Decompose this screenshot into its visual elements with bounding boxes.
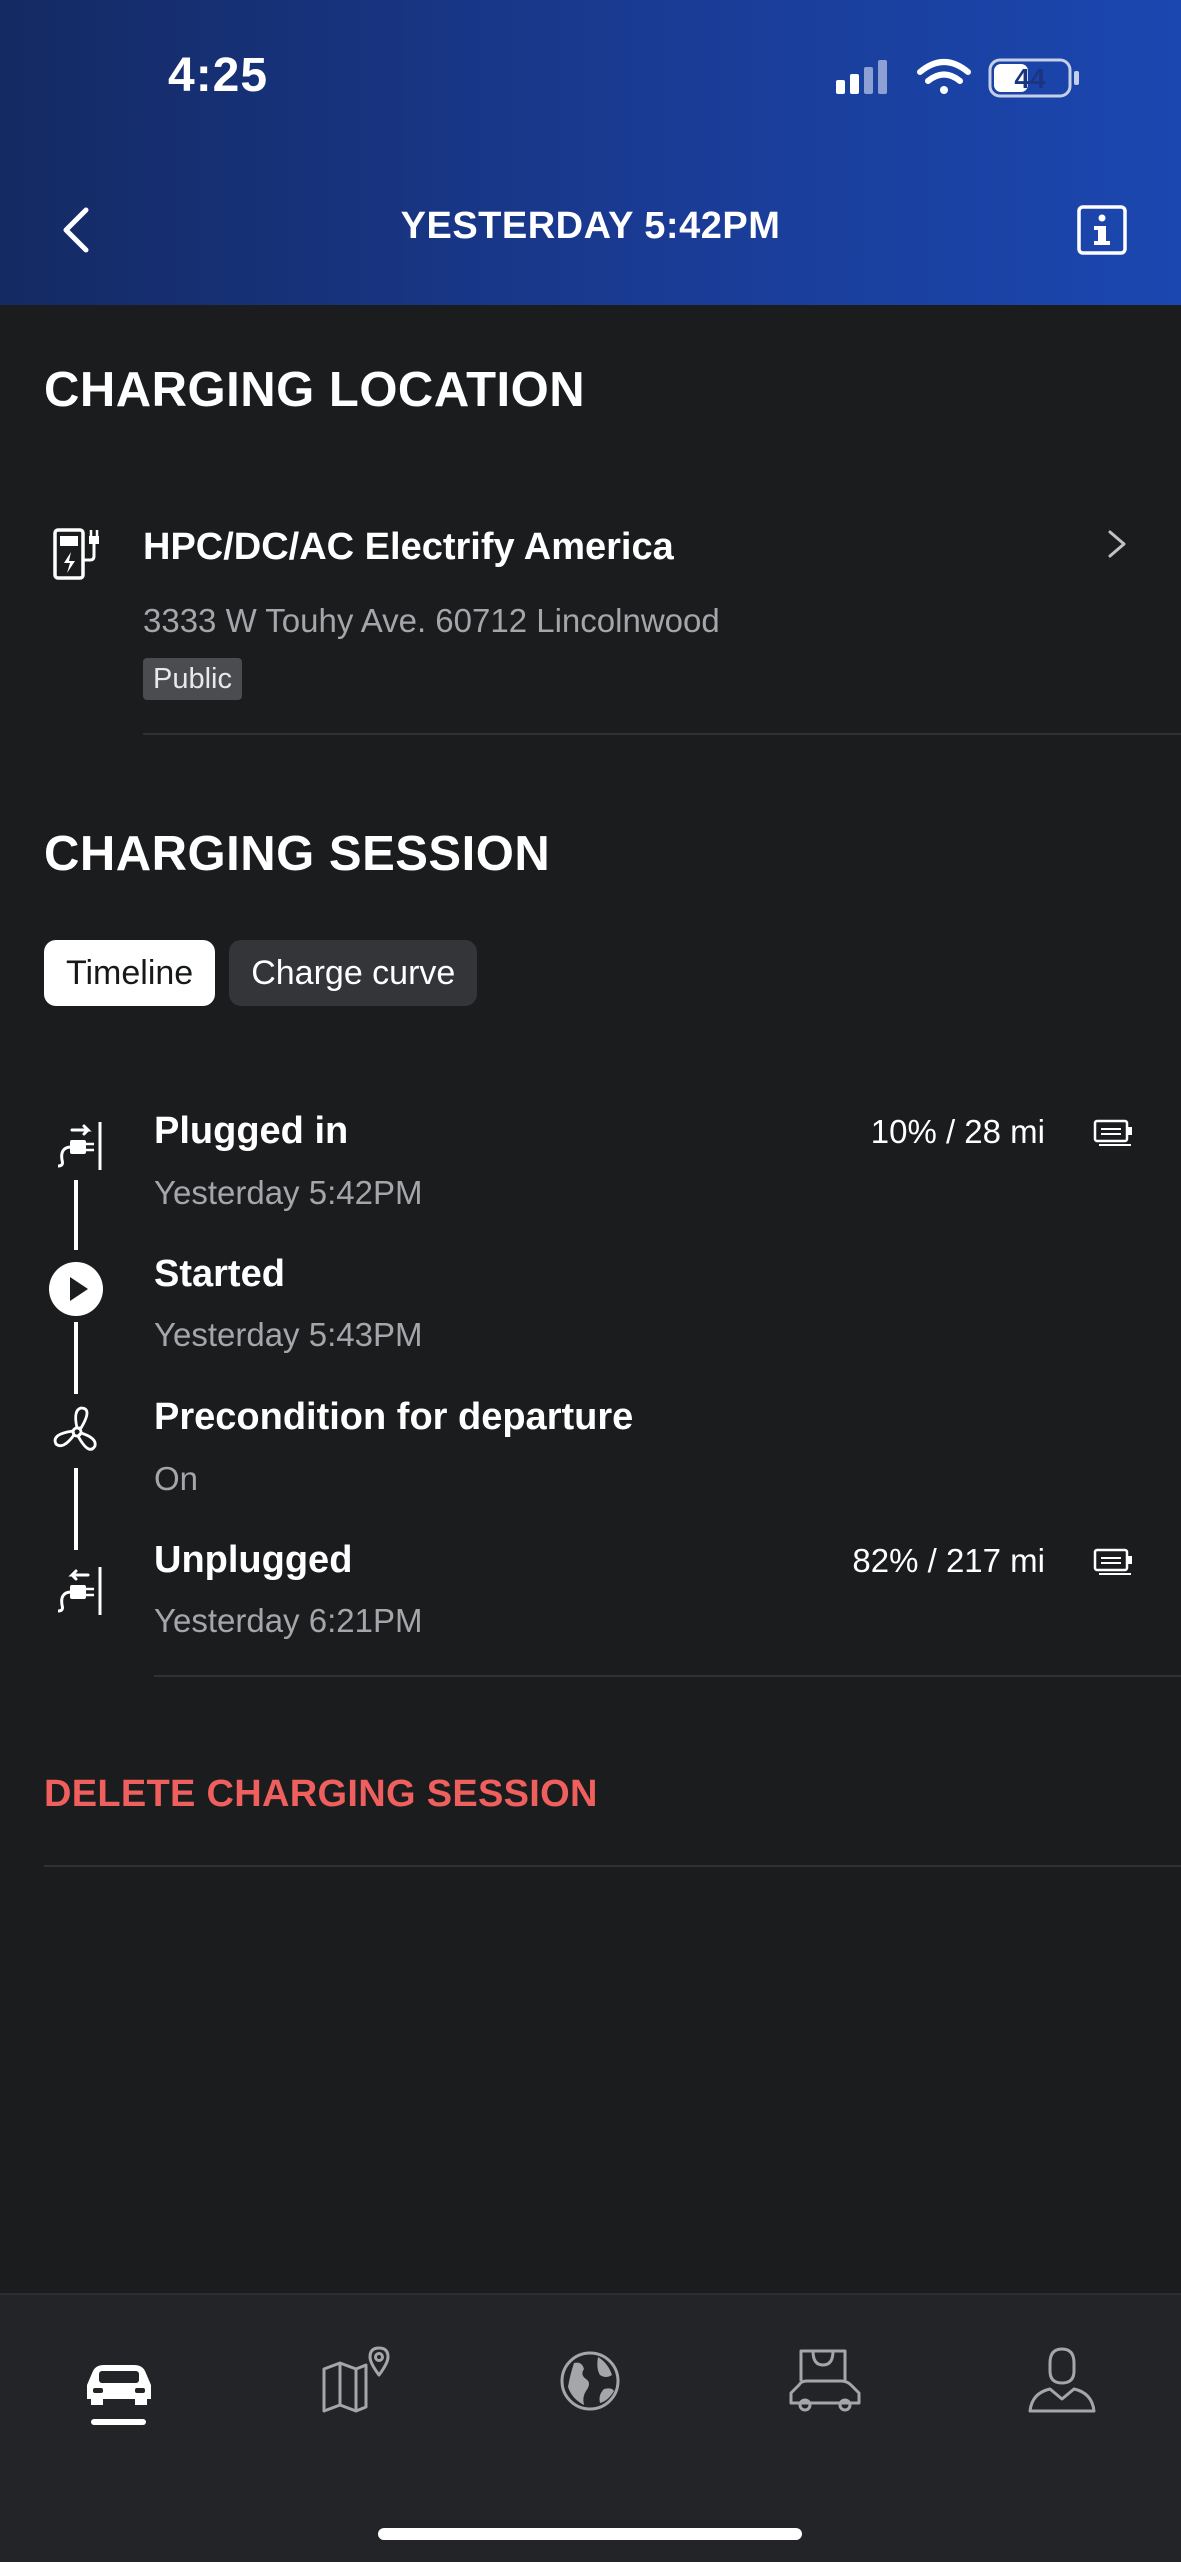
battery-range-icon: [1093, 1119, 1132, 1146]
battery-range-icon: [1093, 1548, 1132, 1575]
divider: [143, 733, 1181, 735]
signal-icon: [836, 60, 887, 94]
event-title: Started: [154, 1253, 285, 1295]
event-title: Precondition for departure: [154, 1396, 634, 1438]
event-status: On: [154, 1460, 199, 1497]
charging-station-icon: [53, 528, 99, 580]
header: 4:25 44 YESTERDAY 5:42PM: [0, 0, 1181, 305]
svg-text:44: 44: [1014, 63, 1046, 94]
event-time: Yesterday 5:42PM: [154, 1174, 423, 1211]
battery-icon: 44: [988, 58, 1079, 98]
profile-icon[interactable]: [1022, 2341, 1102, 2421]
divider: [44, 1865, 1181, 1867]
unplug-icon: [57, 1567, 102, 1615]
status-time: 4:25: [168, 49, 269, 102]
event-title: Plugged in: [154, 1110, 349, 1152]
shop-car-icon[interactable]: [785, 2341, 865, 2421]
map-pin-icon[interactable]: [316, 2341, 396, 2421]
location-address: 3333 W Touhy Ave. 60712 Lincolnwood: [143, 602, 720, 639]
globe-icon[interactable]: [550, 2341, 630, 2421]
charging-location-heading: CHARGING LOCATION: [44, 363, 586, 417]
event-time: Yesterday 5:43PM: [154, 1316, 423, 1353]
event-title: Unplugged: [154, 1539, 353, 1581]
timeline-connector: [74, 1468, 78, 1550]
location-name[interactable]: HPC/DC/AC Electrify America: [143, 526, 674, 569]
chevron-right-icon[interactable]: [1102, 524, 1132, 564]
tab-timeline[interactable]: Timeline: [44, 940, 216, 1006]
car-icon[interactable]: [79, 2341, 159, 2421]
bottom-tab-bar: [0, 2293, 1181, 2562]
play-circle-icon: [49, 1262, 103, 1316]
session-tabs: Timeline Charge curve: [44, 940, 478, 1006]
home-indicator: [378, 2528, 802, 2540]
active-tab-indicator: [91, 2419, 146, 2425]
timeline-connector: [74, 1322, 78, 1394]
status-icons: 44: [836, 58, 1079, 98]
divider: [154, 1675, 1181, 1677]
wifi-icon: [917, 59, 971, 94]
delete-session-button[interactable]: DELETE CHARGING SESSION: [44, 1773, 598, 1816]
timeline-connector: [74, 1180, 78, 1250]
fan-icon: [53, 1406, 97, 1451]
tab-charge-curve[interactable]: Charge curve: [229, 940, 478, 1006]
info-icon[interactable]: [1076, 204, 1128, 256]
event-charge-level: 10% / 28 mi: [870, 1113, 1045, 1150]
plug-icon: [57, 1122, 102, 1170]
event-time: Yesterday 6:21PM: [154, 1602, 423, 1639]
page-title: YESTERDAY 5:42PM: [400, 205, 781, 247]
charging-session-heading: CHARGING SESSION: [44, 827, 551, 881]
event-charge-level: 82% / 217 mi: [852, 1542, 1045, 1579]
public-badge: Public: [143, 658, 242, 700]
